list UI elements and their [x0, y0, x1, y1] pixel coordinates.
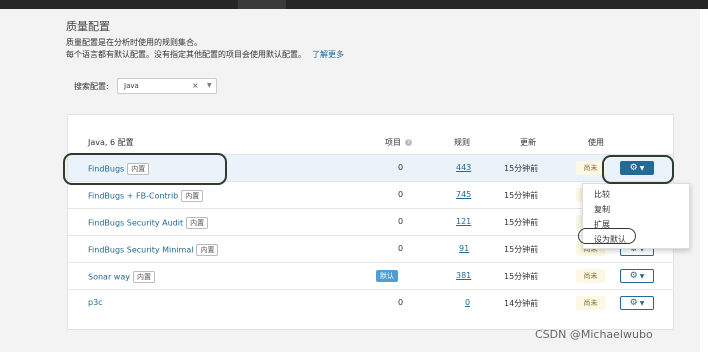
clear-x-icon[interactable]: ×: [192, 81, 199, 90]
rules-count-link[interactable]: 745: [456, 190, 471, 199]
column-header-updated: 更新: [520, 138, 536, 147]
used-status-badge: 尚未: [576, 269, 605, 283]
menu-item-copy[interactable]: 复制: [594, 204, 610, 215]
table-row: FindBugs 内置 0 443 15分钟前 尚未 ⚙ ▼: [68, 154, 673, 181]
column-header-used: 使用: [588, 138, 604, 147]
used-status-badge: 尚未: [576, 296, 605, 310]
profile-name-link[interactable]: FindBugs Security Minimal: [88, 246, 193, 255]
profile-name-cell: FindBugs Security Audit 内置: [88, 217, 209, 229]
builtin-badge: 内置: [181, 190, 204, 202]
projects-count: 0: [398, 217, 404, 226]
help-icon[interactable]: ?: [405, 139, 412, 146]
default-badge: 默认: [376, 270, 398, 282]
builtin-badge: 内置: [196, 244, 219, 256]
builtin-badge: 内置: [186, 217, 209, 229]
column-header-projects-label: 项目: [385, 138, 401, 147]
profile-name-link[interactable]: FindBugs + FB-Contrib: [88, 192, 178, 201]
table-row: p3c 0 0 14分钟前 尚未 ⚙ ▼: [68, 289, 673, 316]
page-title: 质量配置: [66, 20, 110, 33]
rules-count-link[interactable]: 443: [456, 163, 471, 172]
used-status-badge: 尚未: [576, 161, 605, 175]
language-group-title: Java, 6 配置: [88, 138, 134, 147]
search-select[interactable]: Java × ▼: [117, 78, 217, 94]
watermark: CSDN @Michaelwubo: [535, 328, 653, 341]
search-label: 搜索配置:: [74, 82, 109, 91]
updated-time: 15分钟前: [504, 272, 539, 281]
table-row: Sonar way 内置 默认 381 15分钟前 尚未 ⚙ ▼: [68, 262, 673, 289]
rules-count-link[interactable]: 0: [465, 298, 470, 307]
updated-time: 15分钟前: [504, 245, 539, 254]
profile-name-link[interactable]: FindBugs Security Audit: [88, 219, 183, 228]
gear-icon: ⚙: [629, 298, 638, 308]
chevron-down-icon: ▼: [639, 165, 645, 172]
chevron-down-icon: ▼: [639, 273, 645, 280]
right-gutter: [700, 9, 708, 352]
menu-item-compare[interactable]: 比较: [594, 189, 610, 200]
updated-time: 14分钟前: [504, 299, 539, 308]
builtin-badge: 内置: [132, 271, 155, 283]
profile-name-link[interactable]: p3c: [88, 298, 103, 307]
builtin-badge: 内置: [127, 163, 150, 175]
menu-item-extend[interactable]: 扩展: [594, 219, 610, 230]
profile-name-link[interactable]: Sonar way: [88, 273, 130, 282]
menu-item-set-default[interactable]: 设为默认: [594, 234, 626, 245]
actions-dropdown-menu: 比较 复制 扩展 设为默认: [582, 183, 690, 249]
projects-count: 0: [398, 298, 404, 307]
page-description-line2-text: 每个语言都有默认配置。没有指定其他配置的项目会使用默认配置。: [66, 50, 306, 59]
updated-time: 15分钟前: [504, 218, 539, 227]
profile-name-link[interactable]: FindBugs: [88, 165, 124, 174]
updated-time: 15分钟前: [504, 191, 539, 200]
actions-menu-button[interactable]: ⚙▼: [620, 269, 654, 283]
profile-name-cell: FindBugs + FB-Contrib 内置: [88, 190, 204, 202]
gear-icon: ⚙: [629, 163, 638, 173]
search-select-value: Java: [124, 82, 139, 90]
rules-count-link[interactable]: 121: [456, 217, 471, 226]
gear-icon: ⚙: [629, 271, 638, 281]
actions-menu-button[interactable]: ⚙▼: [620, 161, 654, 175]
updated-time: 15分钟前: [504, 164, 539, 173]
actions-menu-button[interactable]: ⚙▼: [620, 296, 654, 310]
profile-name-cell: Sonar way 内置: [88, 271, 155, 283]
page-description-line2: 每个语言都有默认配置。没有指定其他配置的项目会使用默认配置。 了解更多: [66, 49, 344, 60]
page-description-line1: 质量配置是在分析时使用的规则集合。: [66, 38, 202, 47]
projects-count: 0: [398, 244, 404, 253]
learn-more-link[interactable]: 了解更多: [312, 50, 344, 59]
column-header-projects: 项目?: [385, 137, 412, 148]
top-navbar: [0, 0, 708, 9]
chevron-down-icon[interactable]: ▼: [207, 82, 212, 89]
profile-name-cell: FindBugs Security Minimal 内置: [88, 244, 219, 256]
navbar-active-segment: [238, 0, 286, 9]
profile-name-cell: FindBugs 内置: [88, 163, 150, 175]
rules-count-link[interactable]: 381: [456, 271, 471, 280]
column-header-rules: 规则: [454, 138, 470, 147]
projects-count: 0: [398, 190, 404, 199]
chevron-down-icon: ▼: [639, 300, 645, 307]
rules-count-link[interactable]: 91: [459, 244, 469, 253]
projects-count: 0: [398, 163, 404, 172]
